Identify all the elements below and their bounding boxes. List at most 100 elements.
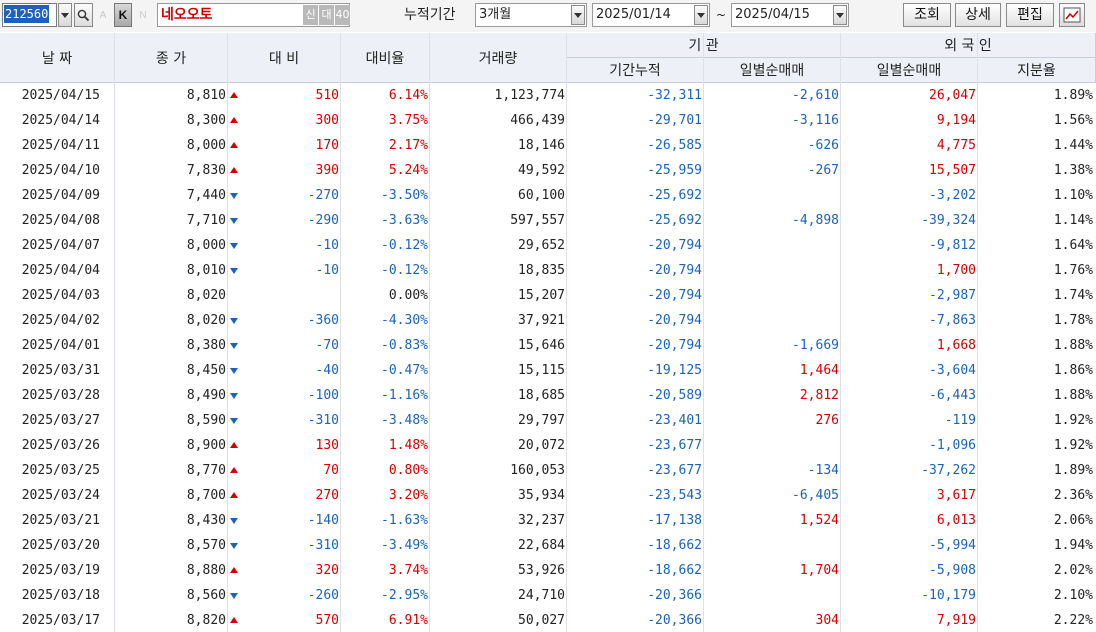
close-price-cell: 7,830 [186,163,226,178]
table-row[interactable]: 2025/03/24 8,700 270 3.20% 35,934 -23,543 -6,4… [0,483,1096,508]
close-price-cell: 8,490 [186,388,226,403]
up-arrow-icon [230,617,238,623]
table-row[interactable]: 2025/04/15 8,810 510 6.14% 1,123,774 -32,311 -… [0,83,1096,108]
volume-cell: 32,237 [518,513,565,528]
table-row[interactable]: 2025/04/01 8,380 -70 -0.83% 15,646 -20,794 -1,… [0,333,1096,358]
detail-button[interactable]: 상세 [955,3,1001,27]
col-header-close[interactable]: 종 가 [115,33,228,83]
table-row[interactable]: 2025/04/04 8,010 -10 -0.12% 18,835 -20,794 1,7… [0,258,1096,283]
table-row[interactable]: 2025/04/14 8,300 300 3.75% 466,439 -29,701 -3,… [0,108,1096,133]
n-toggle[interactable]: N [136,3,150,27]
volume-cell: 29,652 [518,238,565,253]
a-toggle[interactable]: A [96,3,110,27]
table-row[interactable]: 2025/04/02 8,020 -360 -4.30% 37,921 -20,794 -7… [0,308,1096,333]
foreign-daily-cell: -5,908 [929,563,976,578]
volume-cell: 15,646 [518,338,565,353]
foreign-daily-cell: 9,194 [936,113,976,128]
table-row[interactable]: 2025/03/21 8,430 -140 -1.63% 32,237 -17,138 1,… [0,508,1096,533]
col-header-foreign-daily[interactable]: 일별순매매 [841,58,978,83]
date-to-field[interactable]: 2025/04/15 [731,3,849,27]
edit-button[interactable]: 편집 [1006,3,1054,27]
inst-daily-cell [704,183,839,208]
foreign-daily-cell: -119 [944,413,976,428]
search-button[interactable] [74,3,93,27]
table-row[interactable]: 2025/04/08 7,710 -290 -3.63% 597,557 -25,692 -… [0,208,1096,233]
table-row[interactable]: 2025/03/31 8,450 -40 -0.47% 15,115 -19,125 1,4… [0,358,1096,383]
close-price-cell: 8,380 [186,338,226,353]
inst-cumulative-cell: -18,662 [647,563,702,578]
col-header-inst-daily[interactable]: 일별순매매 [704,58,841,83]
col-header-volume[interactable]: 거래량 [430,33,567,83]
foreign-ratio-cell: 1.88% [1053,388,1093,403]
change-cell: -70 [315,338,339,353]
foreign-ratio-cell: 1.86% [1053,363,1093,378]
inst-daily-cell: 1,524 [799,513,839,528]
date-cell: 2025/04/10 [21,163,100,178]
chart-button[interactable] [1059,3,1085,27]
inst-cumulative-cell: -23,677 [647,463,702,478]
inst-cumulative-cell: -20,794 [647,338,702,353]
inst-daily-cell: 304 [815,613,839,628]
date-from-calendar-button[interactable] [694,5,708,25]
table-row[interactable]: 2025/04/07 8,000 -10 -0.12% 29,652 -20,794 -9,… [0,233,1096,258]
change-rate-cell: -3.50% [381,188,428,203]
group-header-foreign: 외 국 인 [841,33,1096,58]
query-button[interactable]: 조회 [903,3,951,27]
change-cell: 510 [315,88,339,103]
col-header-date[interactable]: 날 짜 [0,33,115,83]
date-to-calendar-button[interactable] [833,5,847,25]
close-price-cell: 8,020 [186,313,226,328]
date-cell: 2025/03/19 [21,563,100,578]
table-row[interactable]: 2025/03/25 8,770 70 0.80% 160,053 -23,677 -134… [0,458,1096,483]
table-row[interactable]: 2025/03/28 8,490 -100 -1.16% 18,685 -20,589 2,… [0,383,1096,408]
volume-cell: 29,797 [518,413,565,428]
down-arrow-icon [230,343,238,349]
table-row[interactable]: 2025/03/19 8,880 320 3.74% 53,926 -18,662 1,70… [0,558,1096,583]
foreign-ratio-cell: 2.02% [1053,563,1093,578]
period-select[interactable]: 3개월 [475,3,587,27]
up-arrow-icon [230,567,238,573]
table-row[interactable]: 2025/04/09 7,440 -270 -3.50% 60,100 -25,692 -3… [0,183,1096,208]
up-arrow-icon [230,142,238,148]
col-header-foreign-ratio[interactable]: 지분율 [978,58,1096,83]
table-row[interactable]: 2025/03/17 8,820 570 6.91% 50,027 -20,366 304 7… [0,608,1096,632]
close-price-cell: 8,900 [186,438,226,453]
table-row[interactable]: 2025/03/26 8,900 130 1.48% 20,072 -23,677 -1,0… [0,433,1096,458]
up-arrow-icon [230,442,238,448]
change-rate-cell: -4.30% [381,313,428,328]
change-rate-cell: 3.20% [388,488,428,503]
stock-code-dropdown-button[interactable] [58,3,72,27]
inst-daily-cell: -626 [807,138,839,153]
close-price-cell: 8,450 [186,363,226,378]
down-arrow-icon [230,218,238,224]
period-dropdown-button[interactable] [571,5,585,25]
change-cell: -270 [307,188,339,203]
change-rate-cell: -3.48% [381,413,428,428]
foreign-daily-cell: -3,202 [929,188,976,203]
change-rate-cell: 0.80% [388,463,428,478]
table-row[interactable]: 2025/03/18 8,560 -260 -2.95% 24,710 -20,366 -1… [0,583,1096,608]
col-header-change-rate[interactable]: 대비율 [341,33,430,83]
col-header-inst-cumulative[interactable]: 기간누적 [567,58,704,83]
up-arrow-icon [230,167,238,173]
date-cell: 2025/04/07 [21,238,100,253]
table-row[interactable]: 2025/03/27 8,590 -310 -3.48% 29,797 -23,401 27… [0,408,1096,433]
col-header-change[interactable]: 대 비 [228,33,341,83]
foreign-ratio-cell: 1.92% [1053,438,1093,453]
table-row[interactable]: 2025/04/10 7,830 390 5.24% 49,592 -25,959 -267… [0,158,1096,183]
table-row[interactable]: 2025/03/20 8,570 -310 -3.49% 22,684 -18,662 -5… [0,533,1096,558]
table-row[interactable]: 2025/04/03 8,020 0.00% 15,207 -20,794 -2,987 1… [0,283,1096,308]
foreign-daily-cell: 4,775 [936,138,976,153]
volume-cell: 35,934 [518,488,565,503]
stock-code-input[interactable]: 212560 [2,3,57,27]
volume-cell: 597,557 [510,213,565,228]
stock-name-field[interactable]: 네오오토 신 대 40 [157,3,350,27]
k-toggle-button[interactable]: K [114,3,132,27]
margin-tag: 40 [335,5,350,25]
foreign-daily-cell: -3,604 [929,363,976,378]
table-row[interactable]: 2025/04/11 8,000 170 2.17% 18,146 -26,585 -626… [0,133,1096,158]
inst-cumulative-cell: -32,311 [647,88,702,103]
date-from-field[interactable]: 2025/01/14 [592,3,710,27]
volume-cell: 50,027 [518,613,565,628]
date-cell: 2025/04/02 [21,313,100,328]
